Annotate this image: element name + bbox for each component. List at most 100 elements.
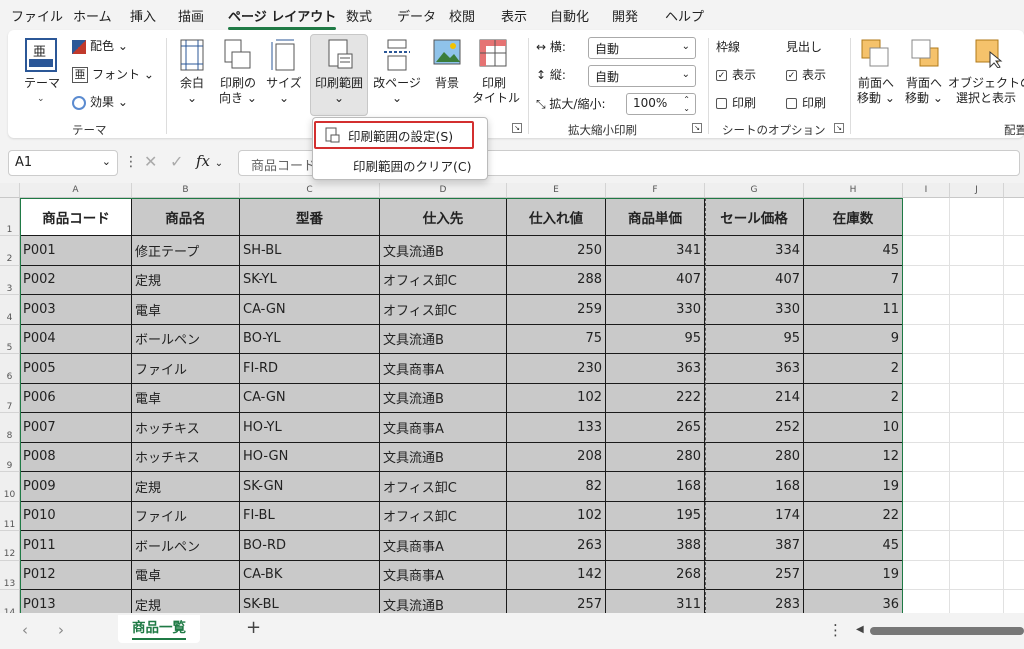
empty-cell[interactable]	[903, 383, 950, 413]
empty-cell[interactable]	[950, 560, 1004, 590]
empty-cell[interactable]	[903, 265, 950, 295]
orientation-button[interactable]: 印刷の 向き ⌄	[216, 76, 260, 106]
empty-cell[interactable]	[903, 413, 950, 443]
table-cell[interactable]: 168	[705, 472, 804, 502]
empty-cell[interactable]	[950, 590, 1004, 613]
table-cell[interactable]: 133	[507, 413, 606, 443]
table-cell[interactable]: P006	[20, 383, 132, 413]
table-cell[interactable]: BO-YL	[240, 324, 380, 354]
tab-10[interactable]: 開発	[612, 6, 638, 25]
enter-icon[interactable]: ✓	[170, 152, 183, 171]
column-header[interactable]: I	[903, 183, 950, 198]
empty-cell[interactable]	[903, 198, 950, 236]
table-header-cell[interactable]: 在庫数	[804, 198, 903, 236]
empty-cell[interactable]	[1004, 590, 1024, 613]
table-cell[interactable]: 174	[705, 501, 804, 531]
print-titles-button[interactable]: 印刷 タイトル	[472, 76, 520, 106]
row-header[interactable]: 13	[0, 560, 20, 590]
table-cell[interactable]: ボールペン	[132, 324, 240, 354]
table-cell[interactable]: 252	[705, 413, 804, 443]
tab-9[interactable]: 自動化	[550, 6, 589, 25]
tab-4[interactable]: ページ レイアウト	[228, 6, 337, 30]
tab-3[interactable]: 描画	[178, 6, 204, 25]
table-cell[interactable]: 定規	[132, 265, 240, 295]
empty-cell[interactable]	[903, 442, 950, 472]
headings-print-checkbox[interactable]: 印刷	[786, 96, 826, 111]
table-cell[interactable]: 修正テープ	[132, 236, 240, 266]
table-cell[interactable]: 407	[606, 265, 705, 295]
table-cell[interactable]: 363	[606, 354, 705, 384]
table-cell[interactable]: 19	[804, 560, 903, 590]
theme-button[interactable]: テーマ	[24, 76, 60, 91]
bring-forward-button[interactable]: 前面へ 移動 ⌄	[854, 76, 898, 106]
empty-cell[interactable]	[1004, 472, 1024, 502]
selection-pane-button[interactable]: オブジェクトの 選択と表示	[948, 76, 1024, 106]
table-header-cell[interactable]: セール価格	[705, 198, 804, 236]
table-cell[interactable]: 電卓	[132, 383, 240, 413]
table-cell[interactable]: 334	[705, 236, 804, 266]
cancel-icon[interactable]: ✕	[144, 152, 157, 171]
column-header[interactable]: E	[507, 183, 606, 198]
table-cell[interactable]: 311	[606, 590, 705, 613]
table-cell[interactable]: FI-RD	[240, 354, 380, 384]
column-header[interactable]: J	[950, 183, 1004, 198]
page-setup-launcher-icon[interactable]: ↘	[512, 123, 522, 133]
width-select[interactable]: 自動 ⌄	[588, 37, 696, 59]
empty-cell[interactable]	[903, 560, 950, 590]
select-all-corner[interactable]	[0, 183, 20, 198]
table-cell[interactable]: 363	[705, 354, 804, 384]
table-cell[interactable]: 11	[804, 295, 903, 325]
gridlines-view-checkbox[interactable]: ✓ 表示	[716, 68, 756, 83]
empty-cell[interactable]	[903, 236, 950, 266]
empty-cell[interactable]	[950, 236, 1004, 266]
table-cell[interactable]: 250	[507, 236, 606, 266]
table-cell[interactable]: HO-GN	[240, 442, 380, 472]
row-header[interactable]: 10	[0, 472, 20, 502]
table-cell[interactable]: 文具商事A	[380, 560, 507, 590]
empty-cell[interactable]	[950, 295, 1004, 325]
row-header[interactable]: 14	[0, 590, 20, 613]
row-header[interactable]: 9	[0, 442, 20, 472]
row-header[interactable]: 7	[0, 383, 20, 413]
table-cell[interactable]: SK-YL	[240, 265, 380, 295]
table-header-cell[interactable]: 仕入れ値	[507, 198, 606, 236]
column-header[interactable]: A	[20, 183, 132, 198]
table-cell[interactable]: 265	[606, 413, 705, 443]
table-cell[interactable]: 102	[507, 383, 606, 413]
row-header[interactable]: 3	[0, 265, 20, 295]
table-cell[interactable]: 102	[507, 501, 606, 531]
table-cell[interactable]: P013	[20, 590, 132, 613]
empty-cell[interactable]	[950, 198, 1004, 236]
empty-cell[interactable]	[1004, 325, 1024, 354]
prev-sheet-icon[interactable]: ‹	[22, 621, 28, 639]
column-header[interactable]: C	[240, 183, 380, 198]
table-header-cell[interactable]: 商品単価	[606, 198, 705, 236]
row-header[interactable]: 8	[0, 413, 20, 443]
tab-11[interactable]: ヘルプ	[665, 6, 704, 25]
gridlines-print-checkbox[interactable]: 印刷	[716, 96, 756, 111]
empty-cell[interactable]	[950, 442, 1004, 472]
table-cell[interactable]: オフィス卸C	[380, 265, 507, 295]
table-cell[interactable]: ホッチキス	[132, 413, 240, 443]
empty-cell[interactable]	[1004, 531, 1024, 561]
table-cell[interactable]: 電卓	[132, 560, 240, 590]
column-header[interactable]: H	[804, 183, 903, 198]
empty-cell[interactable]	[950, 324, 1004, 354]
clear-print-area-menu-item[interactable]: 印刷範囲のクリア(C)	[317, 151, 483, 179]
table-cell[interactable]: 2	[804, 383, 903, 413]
tab-1[interactable]: ホーム	[73, 6, 112, 25]
empty-cell[interactable]	[903, 531, 950, 561]
table-cell[interactable]: 45	[804, 531, 903, 561]
table-cell[interactable]: P002	[20, 265, 132, 295]
table-cell[interactable]: P001	[20, 236, 132, 266]
table-cell[interactable]: P010	[20, 501, 132, 531]
table-cell[interactable]: P003	[20, 295, 132, 325]
background-button[interactable]: 背景	[428, 76, 466, 91]
headings-view-checkbox[interactable]: ✓ 表示	[786, 68, 826, 83]
table-cell[interactable]: ホッチキス	[132, 442, 240, 472]
table-cell[interactable]: 330	[705, 295, 804, 325]
table-cell[interactable]: ボールペン	[132, 531, 240, 561]
colors-button[interactable]: 配色 ⌄	[72, 39, 128, 54]
row-header[interactable]: 12	[0, 531, 20, 561]
table-cell[interactable]: 230	[507, 354, 606, 384]
